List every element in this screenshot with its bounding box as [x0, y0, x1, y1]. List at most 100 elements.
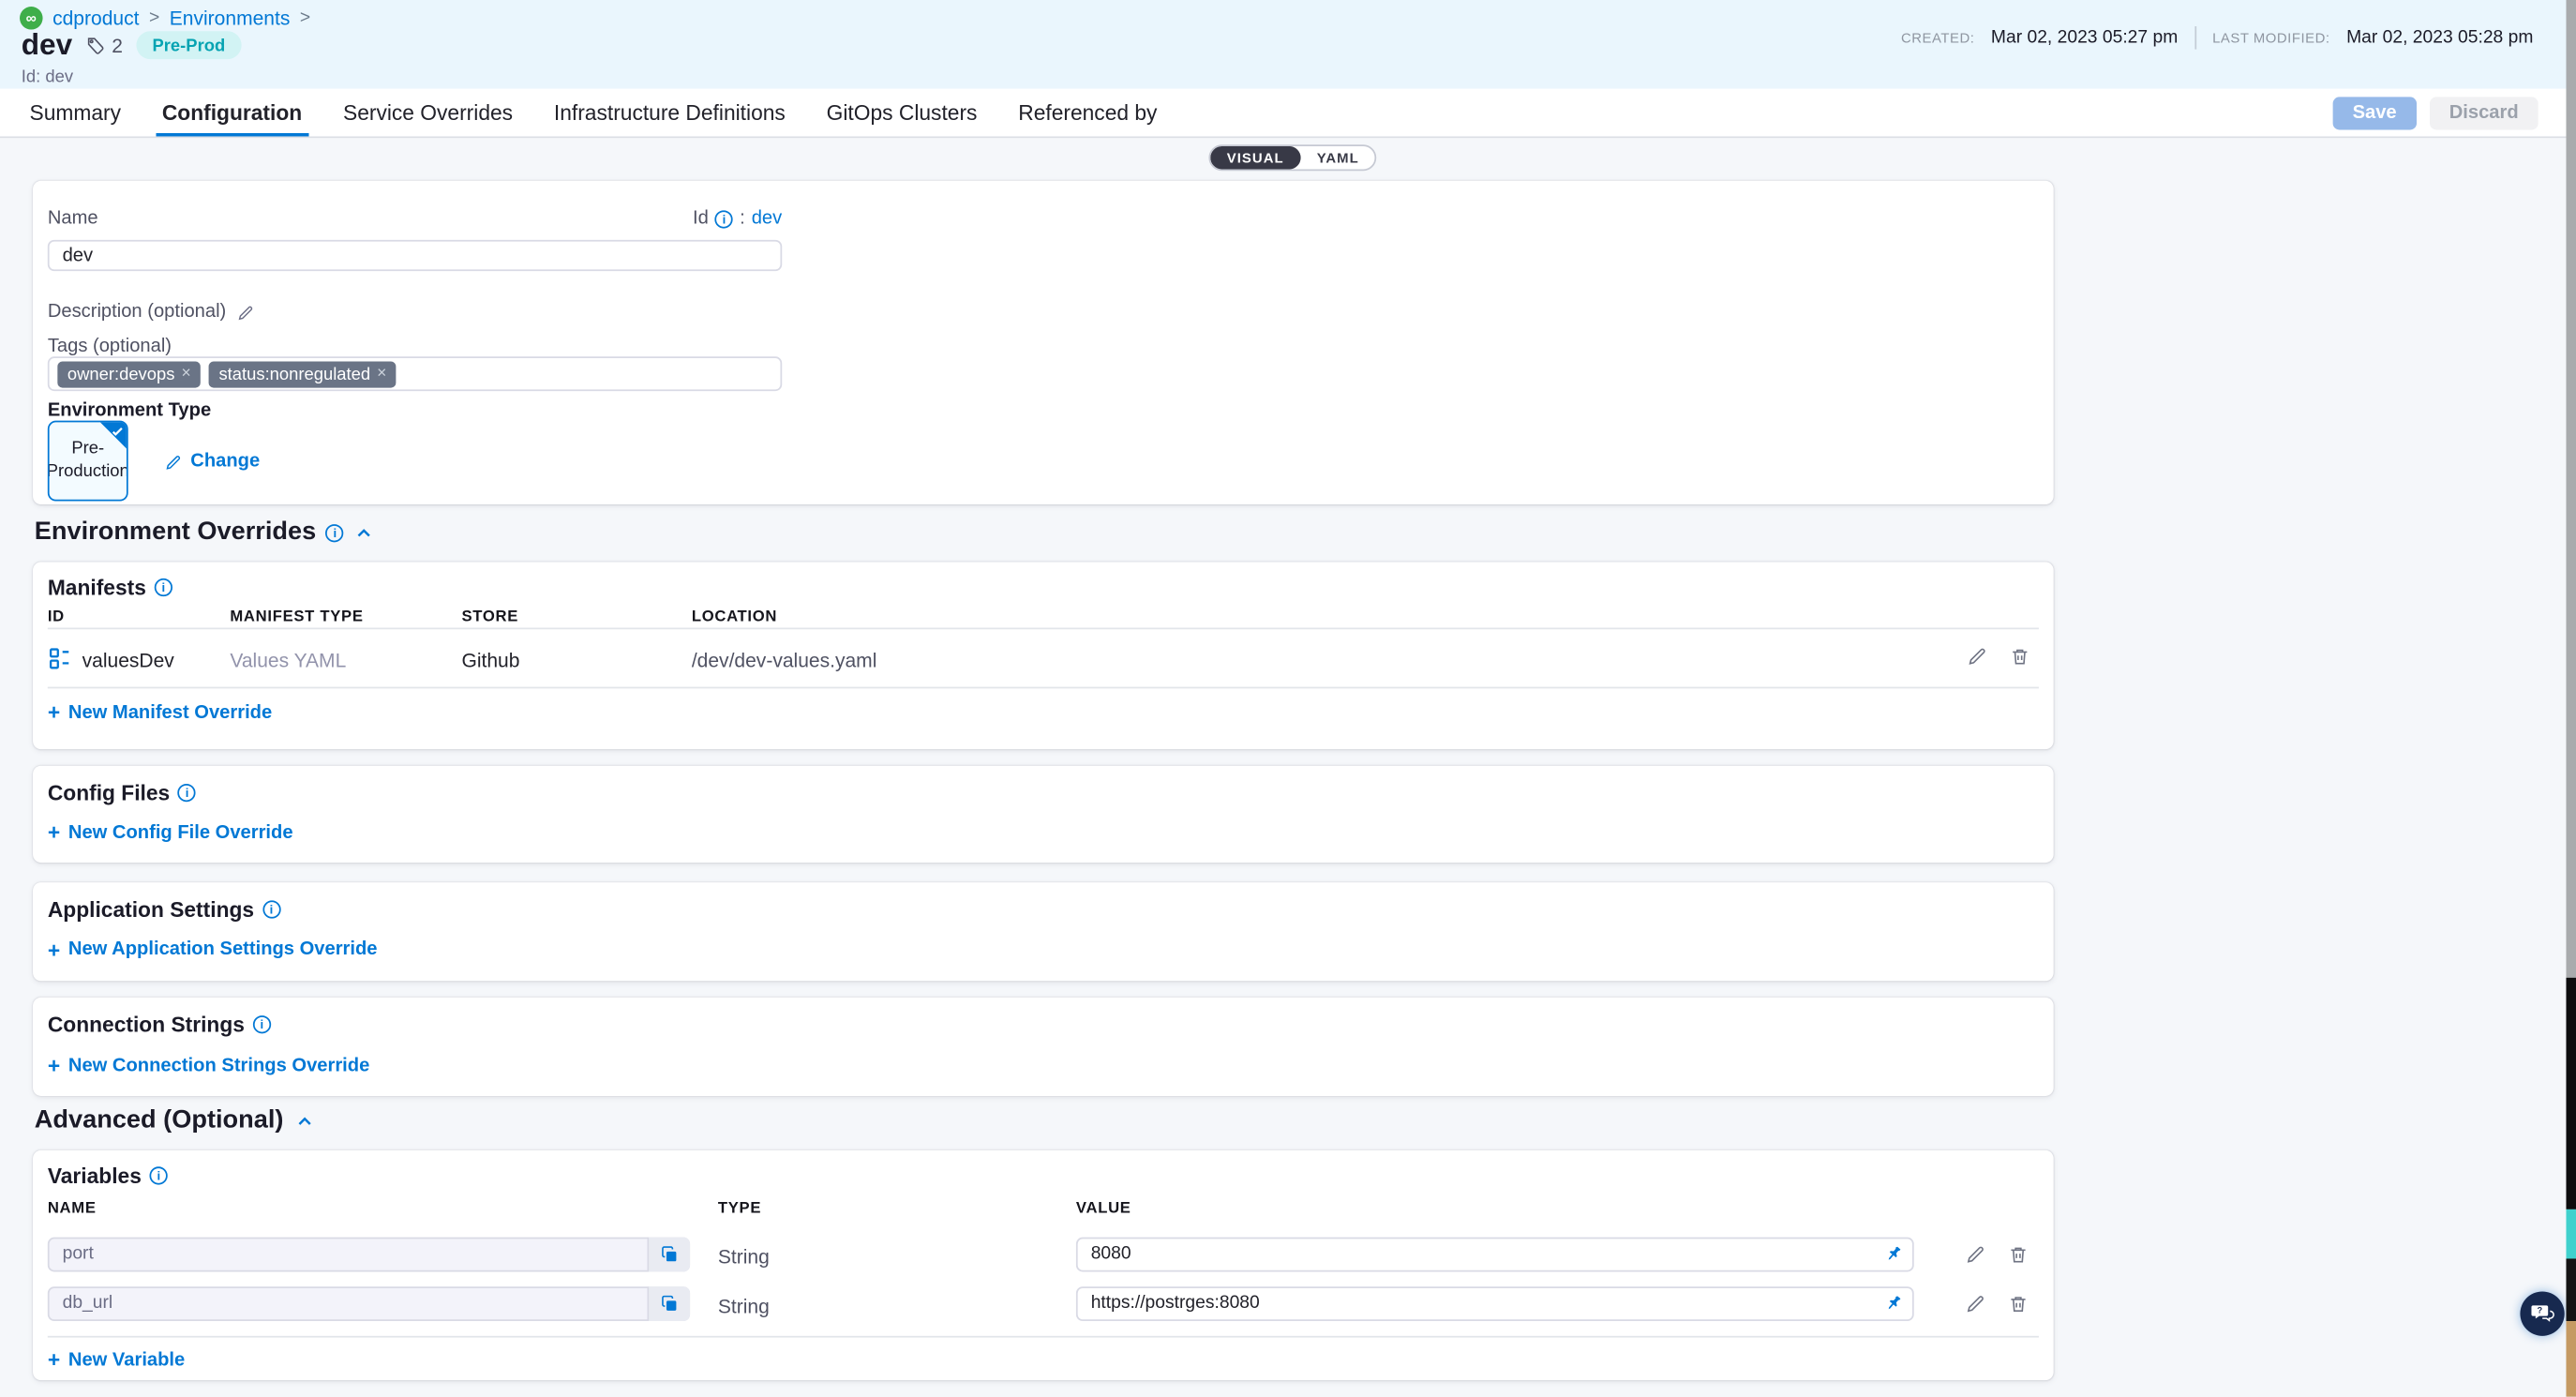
copy-icon[interactable]	[648, 1286, 691, 1320]
tab-configuration[interactable]: Configuration	[162, 89, 302, 137]
breadcrumb-environments[interactable]: Environments	[170, 7, 291, 30]
application-settings-info-icon[interactable]	[262, 900, 280, 918]
visual-yaml-toggle: VISUAL YAML	[1208, 143, 1377, 170]
scrollbar[interactable]	[2566, 0, 2576, 1397]
advanced-title: Advanced (Optional)	[35, 1105, 284, 1135]
manifests-info-icon[interactable]	[155, 578, 172, 596]
new-variable-label: New Variable	[68, 1350, 185, 1370]
toggle-visual[interactable]: VISUAL	[1210, 145, 1300, 169]
new-manifest-override-label: New Manifest Override	[68, 702, 272, 722]
page-title: dev	[22, 28, 72, 63]
plus-icon: +	[48, 1349, 60, 1371]
variable-value-input[interactable]	[1076, 1238, 1914, 1271]
remove-tag-icon[interactable]: ×	[181, 365, 190, 383]
manifest-store: Github	[461, 648, 519, 671]
variable-name-input[interactable]	[48, 1286, 690, 1320]
config-files-info-icon[interactable]	[178, 784, 196, 802]
scrollbar-marker-teal	[2566, 1209, 2576, 1259]
tab-service-overrides[interactable]: Service Overrides	[343, 89, 513, 137]
new-connection-strings-override-button[interactable]: + New Connection Strings Override	[48, 1055, 370, 1076]
col-type: TYPE	[718, 1199, 761, 1217]
name-input[interactable]	[48, 240, 782, 271]
col-value: VALUE	[1076, 1199, 1131, 1217]
scrollbar-thumb[interactable]	[2566, 978, 2576, 1209]
pin-icon[interactable]	[1884, 1292, 1904, 1312]
toggle-yaml[interactable]: YAML	[1300, 145, 1375, 169]
application-settings-title: Application Settings	[48, 896, 254, 921]
help-chat-button[interactable]: ?	[2520, 1292, 2564, 1336]
manifest-location: /dev/dev-values.yaml	[692, 648, 877, 671]
variables-info-icon[interactable]	[150, 1166, 168, 1184]
manifest-id: valuesDev	[82, 648, 174, 671]
delete-manifest-icon[interactable]	[2009, 646, 2030, 668]
environment-overrides-title: Environment Overrides	[35, 518, 316, 548]
modified-value: Mar 02, 2023 05:28 pm	[2346, 28, 2533, 48]
discard-button[interactable]: Discard	[2430, 97, 2539, 129]
id-label: Id	[693, 209, 709, 229]
breadcrumb-project[interactable]: cdproduct	[52, 7, 139, 30]
entity-id: Id: dev	[22, 68, 73, 87]
new-application-settings-override-label: New Application Settings Override	[68, 939, 378, 959]
svg-text:?: ?	[2537, 1306, 2542, 1315]
change-env-type[interactable]: Change	[164, 452, 260, 472]
edit-variable-icon[interactable]	[1965, 1244, 1986, 1266]
plus-icon: +	[48, 821, 60, 843]
new-config-file-override-label: New Config File Override	[68, 822, 293, 842]
id-value: dev	[752, 209, 783, 229]
scrollbar-track[interactable]	[2566, 0, 2576, 978]
col-location: LOCATION	[692, 608, 777, 625]
env-type-badge: Pre-Prod	[136, 31, 242, 59]
manifests-title: Manifests	[48, 575, 146, 599]
new-manifest-override-button[interactable]: + New Manifest Override	[48, 701, 272, 723]
scrollbar-marker-tan	[2566, 1321, 2576, 1397]
manifests-card: Manifests ID MANIFEST TYPE STORE LOCATIO…	[33, 562, 2053, 749]
variable-name-input[interactable]	[48, 1238, 690, 1271]
tag-chip-label: status:nonregulated	[218, 364, 370, 383]
edit-manifest-icon[interactable]	[1967, 646, 1988, 668]
modified-label: LAST MODIFIED:	[2212, 30, 2329, 47]
edit-description-icon[interactable]	[236, 303, 254, 321]
new-config-file-override-button[interactable]: + New Config File Override	[48, 821, 293, 843]
tab-infrastructure-definitions[interactable]: Infrastructure Definitions	[554, 89, 786, 137]
breadcrumb-separator: >	[149, 8, 159, 28]
breadcrumb: ∞ cdproduct > Environments >	[20, 7, 310, 30]
connection-strings-title: Connection Strings	[48, 1013, 245, 1037]
tab-gitops-clusters[interactable]: GitOps Clusters	[827, 89, 978, 137]
tags-label: Tags (optional)	[48, 337, 172, 356]
tag-chip: status:nonregulated ×	[209, 361, 397, 387]
collapse-chevron-icon[interactable]	[293, 1110, 315, 1132]
pin-icon[interactable]	[1884, 1243, 1904, 1263]
plus-icon: +	[48, 1055, 60, 1076]
new-variable-button[interactable]: + New Variable	[48, 1349, 185, 1371]
id-info-icon[interactable]	[715, 209, 733, 227]
environment-type-card[interactable]: Pre-Production	[48, 421, 128, 502]
tab-bar: Summary Configuration Service Overrides …	[0, 89, 2576, 139]
new-connection-strings-override-label: New Connection Strings Override	[68, 1056, 369, 1075]
collapse-chevron-icon[interactable]	[354, 521, 376, 543]
plus-icon: +	[48, 939, 60, 961]
tags-input[interactable]: owner:devops × status:nonregulated ×	[48, 356, 782, 391]
connection-strings-card: Connection Strings + New Connection Stri…	[33, 998, 2053, 1096]
variable-value-input[interactable]	[1076, 1286, 1914, 1320]
description-label: Description (optional)	[48, 302, 226, 322]
check-icon	[110, 424, 125, 439]
tab-referenced-by[interactable]: Referenced by	[1018, 89, 1157, 137]
environment-overrides-info-icon[interactable]	[326, 523, 344, 541]
tag-count-value: 2	[112, 34, 123, 57]
divider	[48, 687, 2038, 689]
manifest-row[interactable]: valuesDev Values YAML Github /dev/dev-va…	[33, 629, 2053, 686]
connection-strings-info-icon[interactable]	[253, 1015, 271, 1033]
copy-icon[interactable]	[648, 1238, 691, 1271]
remove-tag-icon[interactable]: ×	[377, 365, 386, 383]
edit-variable-icon[interactable]	[1965, 1293, 1986, 1314]
save-button[interactable]: Save	[2333, 97, 2417, 129]
delete-variable-icon[interactable]	[2008, 1244, 2029, 1266]
delete-variable-icon[interactable]	[2008, 1293, 2029, 1314]
tab-summary[interactable]: Summary	[30, 89, 121, 137]
page-header: ∞ cdproduct > Environments > dev 2 Pre-P…	[0, 0, 2576, 89]
page: ∞ cdproduct > Environments > dev 2 Pre-P…	[0, 0, 2576, 1397]
new-application-settings-override-button[interactable]: + New Application Settings Override	[48, 939, 378, 961]
manifest-icon	[48, 646, 72, 670]
tag-chip: owner:devops ×	[57, 361, 201, 387]
tag-count: 2	[85, 34, 123, 57]
